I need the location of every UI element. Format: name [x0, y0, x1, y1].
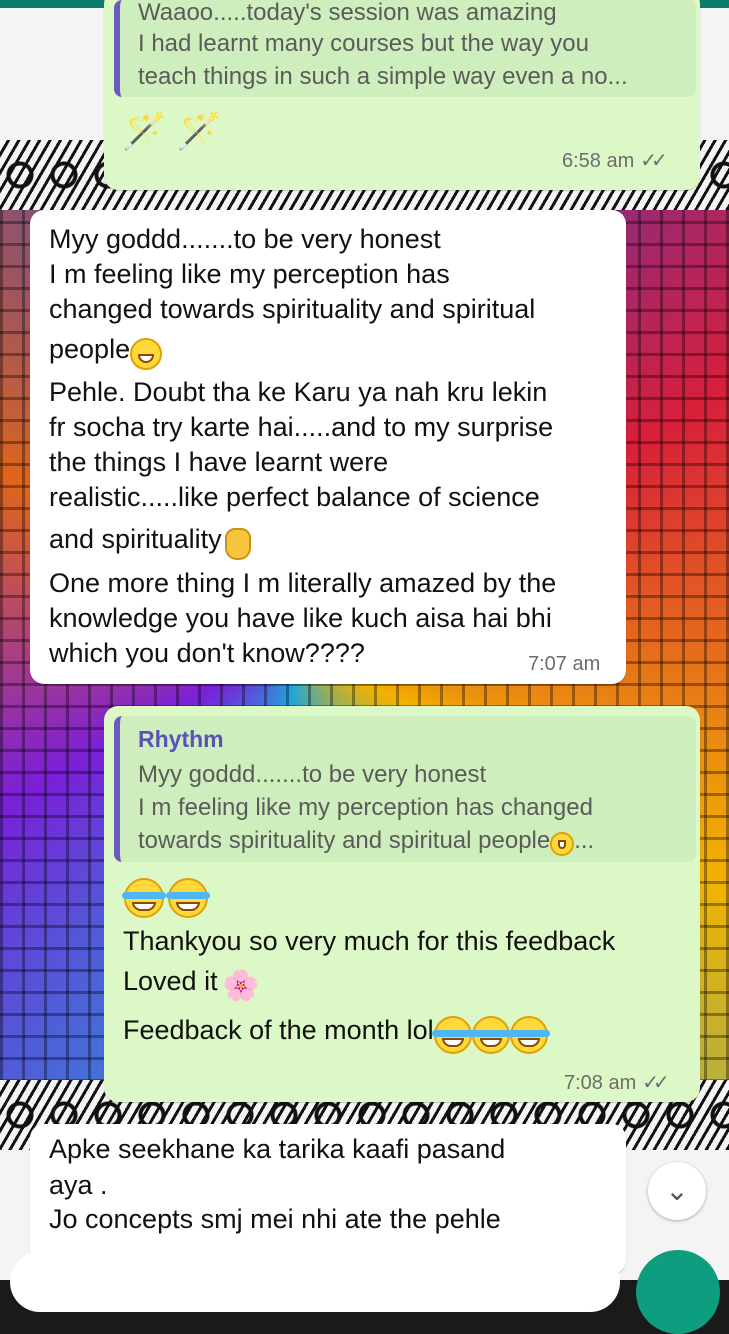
message-line: realistic.....like perfect balance of sc… [49, 482, 540, 512]
quoted-text-line: I had learnt many courses but the way yo… [138, 30, 589, 57]
message-line: changed towards spirituality and spiritu… [49, 294, 536, 324]
message-text: people [49, 334, 131, 364]
message-line: aya . [49, 1170, 108, 1200]
message-line: I m feeling like my perception has [49, 259, 450, 289]
message-line: Myy goddd.......to be very honest [49, 224, 441, 254]
grinning-face-emoji [130, 337, 163, 370]
grinning-face-emoji [550, 831, 575, 856]
message-input-bar[interactable] [10, 1252, 620, 1312]
double-check-icon: ✓✓ [642, 1072, 669, 1094]
message-line-with-emoji: Loved it 🌸 [123, 964, 259, 1003]
quoted-text-line: teach things in such a simple way even a… [138, 63, 628, 90]
message-timestamp: 6:58 am ✓✓ [562, 148, 668, 173]
message-line: knowledge you have like kuch aisa hai bh… [49, 603, 552, 633]
message-bubble-outgoing[interactable]: Rhythm Myy goddd.......to be very honest… [104, 706, 700, 1102]
tears-of-joy-emoji [166, 878, 211, 918]
tears-of-joy-emoji [431, 1015, 474, 1054]
send-voice-button[interactable] [636, 1250, 720, 1334]
message-line-with-emoji: and spirituality [49, 522, 251, 560]
message-line: Jo concepts smj mei nhi ate the pehle [49, 1204, 501, 1234]
message-line: the things I have learnt were [49, 447, 389, 477]
timestamp-text: 7:08 am [564, 1072, 637, 1094]
quoted-ellipsis: ... [574, 827, 595, 854]
quoted-text-line: Waaoo.....today's session was amazing [138, 0, 557, 26]
cherry-blossom-emoji: 🌸 [222, 969, 260, 1003]
message-line: which you don't know???? [49, 638, 365, 668]
message-bubble-outgoing[interactable]: Waaoo.....today's session was amazing I … [104, 0, 700, 190]
message-line-with-emoji: people [49, 332, 163, 370]
message-bubble-incoming[interactable]: Myy goddd.......to be very honest I m fe… [30, 210, 626, 684]
message-line: Pehle. Doubt tha ke Karu ya nah kru leki… [49, 377, 548, 407]
message-line: fr socha try karte hai.....and to my sur… [49, 412, 554, 442]
quoted-author: Rhythm [138, 726, 224, 752]
message-line: Apke seekhane ka tarika kaafi pasand [49, 1134, 506, 1164]
message-timestamp: 7:08 am ✓✓ [564, 1070, 670, 1095]
message-line: Thankyou so very much for this feedback [123, 926, 616, 956]
double-chevron-down-icon: ⌄ [665, 1175, 689, 1206]
message-text: Loved it [123, 966, 218, 996]
crossed-fingers-emoji [224, 527, 251, 560]
message-line-with-emoji: Feedback of the month lol [123, 1013, 550, 1054]
double-check-icon: ✓✓ [640, 150, 667, 172]
magic-wand-emoji: 🪄 🪄 [122, 110, 222, 151]
message-text: and spirituality [49, 524, 222, 554]
scroll-to-bottom-button[interactable]: ⌄ [648, 1162, 706, 1220]
tears-of-joy-emoji [122, 878, 166, 918]
message-line: One more thing I m literally amazed by t… [49, 568, 557, 598]
quoted-text-line-with-emoji: towards spirituality and spiritual peopl… [138, 824, 594, 857]
message-text: Feedback of the month lol [123, 1015, 434, 1045]
quoted-text: towards spirituality and spiritual peopl… [138, 827, 551, 854]
quoted-message[interactable]: Rhythm Myy goddd.......to be very honest… [114, 716, 696, 862]
tears-of-joy-emoji [469, 1015, 512, 1054]
timestamp-text: 6:58 am [562, 150, 635, 172]
quoted-text-line: Myy goddd.......to be very honest [138, 761, 487, 788]
tears-of-joy-emoji [507, 1015, 550, 1054]
quoted-message[interactable]: Waaoo.....today's session was amazing I … [114, 0, 696, 97]
message-timestamp: 7:07 am [528, 653, 601, 675]
quoted-text-line: I m feeling like my perception has chang… [138, 794, 593, 821]
emoji-line [122, 878, 211, 918]
